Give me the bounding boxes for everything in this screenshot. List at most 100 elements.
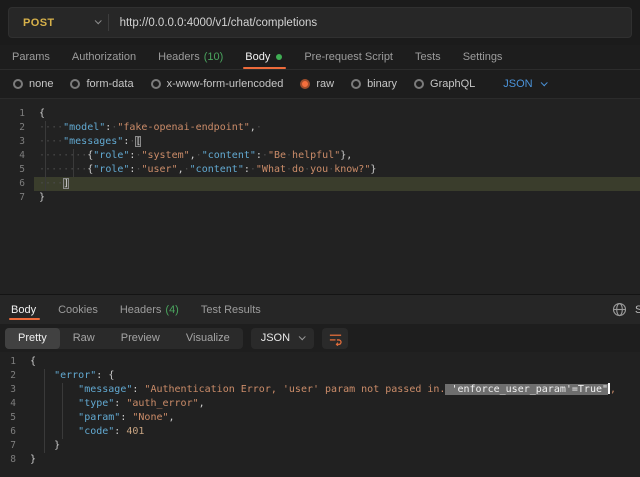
chevron-down-icon[interactable]	[94, 17, 101, 24]
code-line-5[interactable]: 5········{"role":·"user",·"content":·"Wh…	[0, 163, 640, 177]
tab-settings[interactable]: Settings	[452, 45, 514, 69]
code-line-2[interactable]: 2····"model":·"fake-openai-endpoint",·	[0, 121, 640, 135]
code-text: }	[34, 191, 640, 205]
line-number: 4	[0, 397, 24, 411]
body-modes: none form-data x-www-form-urlencoded raw bin…	[13, 78, 492, 90]
code-text: }	[24, 439, 640, 453]
tab-count: (10)	[204, 51, 224, 63]
code-line-8[interactable]: 8}	[0, 453, 640, 467]
body-mode-binary[interactable]: binary	[351, 78, 397, 90]
body-mode-label: form-data	[86, 78, 133, 90]
clipped-status-text: S	[635, 304, 640, 316]
indent-guide	[44, 369, 45, 453]
code-line-5[interactable]: 5 "param": "None",	[0, 411, 640, 425]
view-pretty[interactable]: Pretty	[5, 328, 60, 349]
body-mode-form-data[interactable]: form-data	[70, 78, 133, 90]
line-number: 5	[0, 411, 24, 425]
code-line-3[interactable]: 3····"messages":·[	[0, 135, 640, 149]
line-number: 5	[0, 163, 34, 177]
line-number: 7	[0, 439, 24, 453]
code-text: "type": "auth_error",	[24, 397, 640, 411]
view-raw[interactable]: Raw	[60, 328, 108, 349]
body-mode-row: none form-data x-www-form-urlencoded raw bin…	[0, 70, 640, 98]
code-line-1[interactable]: 1{	[0, 355, 640, 369]
code-text: ····"messages":·[	[34, 135, 640, 149]
response-language-dropdown[interactable]: JSON	[251, 328, 314, 349]
radio-icon	[13, 79, 23, 89]
code-line-6[interactable]: 6····]	[0, 177, 640, 191]
line-number: 2	[0, 121, 34, 135]
url-input[interactable]: http://0.0.0.0:4000/v1/chat/completions	[120, 17, 318, 29]
code-line-2[interactable]: 2 "error": {	[0, 369, 640, 383]
tab-authorization[interactable]: Authorization	[61, 45, 147, 69]
response-toolbar: PrettyRawPreviewVisualize JSON	[0, 324, 640, 352]
response-tabs: Body Cookies Headers(4) Test Results	[0, 295, 272, 324]
code-line-1[interactable]: 1{	[0, 107, 640, 121]
request-url-row: POST http://0.0.0.0:4000/v1/chat/complet…	[0, 0, 640, 45]
response-language-label: JSON	[261, 332, 290, 344]
method-selector[interactable]: POST	[9, 17, 67, 29]
request-language-dropdown[interactable]: JSON	[503, 78, 545, 90]
divider	[108, 14, 109, 31]
request-tabs: ParamsAuthorization Headers (10) Body Pre-re…	[0, 45, 640, 70]
wrap-text-button[interactable]	[322, 328, 348, 349]
tab-pre-request-script[interactable]: Pre-request Script	[293, 45, 404, 69]
line-number: 2	[0, 369, 24, 383]
code-text: }	[24, 453, 640, 467]
response-header-right: S	[612, 295, 640, 324]
tab-label: Pre-request Script	[304, 51, 393, 63]
view-visualize[interactable]: Visualize	[173, 328, 243, 349]
body-mode-label: x-www-form-urlencoded	[167, 78, 284, 90]
code-line-7[interactable]: 7 }	[0, 439, 640, 453]
tab-headers[interactable]: Headers(4)	[109, 295, 190, 324]
code-text: "message": "Authentication Error, 'user'…	[24, 383, 640, 397]
chevron-down-icon	[299, 333, 306, 340]
tab-label: Cookies	[58, 304, 98, 316]
body-mode-raw[interactable]: raw	[300, 78, 334, 90]
radio-icon	[70, 79, 80, 89]
code-text: ········{"role":·"user",·"content":·"Wha…	[34, 163, 640, 177]
line-number: 4	[0, 149, 34, 163]
tab-body[interactable]: Body	[234, 45, 293, 69]
indent-guide	[62, 383, 63, 439]
code-text: "code": 401	[24, 425, 640, 439]
tab-label: Body	[245, 51, 270, 63]
tab-test-results[interactable]: Test Results	[190, 295, 272, 324]
line-number: 1	[0, 355, 24, 369]
unsaved-dot-icon	[276, 54, 282, 60]
response-header: Body Cookies Headers(4) Test Results S	[0, 294, 640, 324]
code-text: "param": "None",	[24, 411, 640, 425]
request-body-editor[interactable]: 1{2····"model":·"fake-openai-endpoint",·…	[0, 98, 640, 294]
body-mode-graphql[interactable]: GraphQL	[414, 78, 475, 90]
tab-label: Headers	[158, 51, 200, 63]
whitespace-dot: ·	[256, 122, 262, 133]
line-number: 3	[0, 135, 34, 149]
code-line-3[interactable]: 3 "message": "Authentication Error, 'use…	[0, 383, 640, 397]
body-mode-label: none	[29, 78, 53, 90]
tab-body[interactable]: Body	[0, 295, 47, 324]
globe-icon[interactable]	[612, 302, 627, 317]
request-language-label: JSON	[503, 78, 532, 90]
radio-icon	[351, 79, 361, 89]
tab-label: Tests	[415, 51, 441, 63]
line-number: 7	[0, 191, 34, 205]
tab-cookies[interactable]: Cookies	[47, 295, 109, 324]
line-number: 3	[0, 383, 24, 397]
line-number: 6	[0, 177, 34, 191]
response-body-editor[interactable]: 1{2 "error": {3 "message": "Authenticati…	[0, 352, 640, 477]
code-text: ········{"role":·"system",·"content":·"B…	[34, 149, 640, 163]
code-line-4[interactable]: 4········{"role":·"system",·"content":·"…	[0, 149, 640, 163]
tab-label: Test Results	[201, 304, 261, 316]
tab-tests[interactable]: Tests	[404, 45, 452, 69]
tab-params[interactable]: Params	[1, 45, 61, 69]
body-mode-x-www-form-urlencoded[interactable]: x-www-form-urlencoded	[151, 78, 284, 90]
response-code: 1{2 "error": {3 "message": "Authenticati…	[0, 355, 640, 467]
code-line-7[interactable]: 7}	[0, 191, 640, 205]
tab-headers[interactable]: Headers (10)	[147, 45, 234, 69]
view-preview[interactable]: Preview	[108, 328, 173, 349]
code-line-6[interactable]: 6 "code": 401	[0, 425, 640, 439]
radio-icon	[300, 79, 310, 89]
body-mode-none[interactable]: none	[13, 78, 53, 90]
url-bar: POST http://0.0.0.0:4000/v1/chat/complet…	[8, 7, 632, 38]
code-line-4[interactable]: 4 "type": "auth_error",	[0, 397, 640, 411]
